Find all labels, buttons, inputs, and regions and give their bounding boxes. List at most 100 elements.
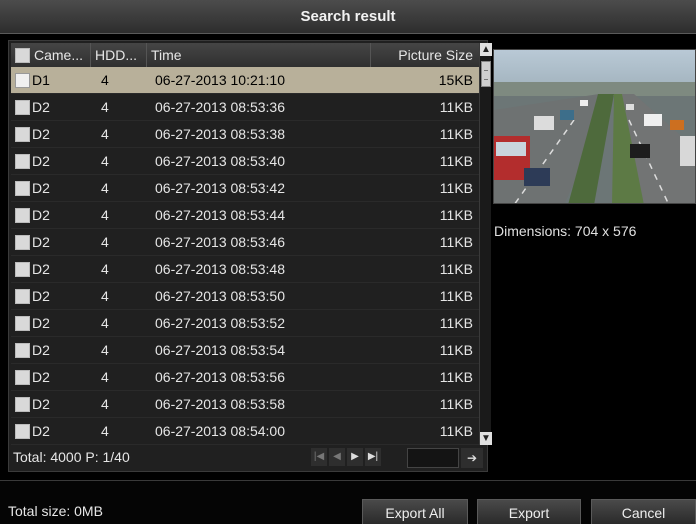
row-checkbox[interactable] <box>15 342 30 358</box>
table-row[interactable]: D2 4 06-27-2013 08:53:44 11KB <box>11 202 479 229</box>
cell-size: 11KB <box>439 315 473 331</box>
row-checkbox[interactable] <box>15 180 30 196</box>
camera-label: D2 <box>32 153 50 169</box>
cell-time: 06-27-2013 08:53:36 <box>155 99 285 115</box>
cell-camera: D2 <box>11 342 91 358</box>
cell-time: 06-27-2013 08:53:40 <box>155 153 285 169</box>
cell-camera: D2 <box>11 180 91 196</box>
table-row[interactable]: D2 4 06-27-2013 08:53:48 11KB <box>11 256 479 283</box>
cell-size: 11KB <box>439 153 473 169</box>
cell-camera: D2 <box>11 369 91 385</box>
row-checkbox[interactable] <box>15 126 30 142</box>
table-row[interactable]: D1 4 06-27-2013 10:21:10 15KB <box>11 67 479 94</box>
bottom-bar: Total size: 0MB Export All Export Cancel <box>0 480 696 524</box>
export-button[interactable]: Export <box>477 499 581 524</box>
cell-size: 11KB <box>439 261 473 277</box>
scroll-up-icon[interactable]: ▲ <box>480 43 492 56</box>
table-row[interactable]: D2 4 06-27-2013 08:54:00 11KB <box>11 418 479 445</box>
table-row[interactable]: D2 4 06-27-2013 08:53:54 11KB <box>11 337 479 364</box>
camera-label: D2 <box>32 234 50 250</box>
table-row[interactable]: D2 4 06-27-2013 08:53:40 11KB <box>11 148 479 175</box>
table-row[interactable]: D2 4 06-27-2013 08:53:50 11KB <box>11 283 479 310</box>
table-row[interactable]: D2 4 06-27-2013 08:53:42 11KB <box>11 175 479 202</box>
column-header-camera[interactable]: Came... <box>11 43 91 67</box>
vertical-scrollbar[interactable]: ▲ ▼ <box>479 43 492 445</box>
camera-label: D2 <box>32 315 50 331</box>
scroll-thumb[interactable] <box>481 61 491 87</box>
row-checkbox[interactable] <box>15 153 30 169</box>
total-size-text: Total size: 0MB <box>8 503 103 519</box>
table-row[interactable]: D2 4 06-27-2013 08:53:46 11KB <box>11 229 479 256</box>
pager-controls: |◀ ◀ ▶ ▶| <box>311 448 381 466</box>
row-checkbox[interactable] <box>15 396 30 412</box>
table-row[interactable]: D2 4 06-27-2013 08:53:38 11KB <box>11 121 479 148</box>
cell-camera: D2 <box>11 234 91 250</box>
row-checkbox[interactable] <box>15 369 30 385</box>
row-checkbox[interactable] <box>15 315 30 331</box>
cell-time: 06-27-2013 08:53:54 <box>155 342 285 358</box>
row-checkbox[interactable] <box>15 72 30 88</box>
camera-label: D2 <box>32 207 50 223</box>
results-table-body: D1 4 06-27-2013 10:21:10 15KB D2 4 06-27-2013 … <box>11 67 479 445</box>
camera-label: D2 <box>32 99 50 115</box>
cell-time: 06-27-2013 08:54:00 <box>155 423 285 439</box>
select-all-checkbox[interactable] <box>15 47 30 63</box>
row-checkbox[interactable] <box>15 207 30 223</box>
cell-hdd: 4 <box>101 315 109 331</box>
cell-hdd: 4 <box>101 153 109 169</box>
row-checkbox[interactable] <box>15 99 30 115</box>
cell-camera: D2 <box>11 207 91 223</box>
cell-time: 06-27-2013 08:53:46 <box>155 234 285 250</box>
cell-size: 11KB <box>439 207 473 223</box>
table-row[interactable]: D2 4 06-27-2013 08:53:52 11KB <box>11 310 479 337</box>
cell-camera: D2 <box>11 261 91 277</box>
row-checkbox[interactable] <box>15 423 30 439</box>
cell-camera: D1 <box>11 72 91 88</box>
table-row[interactable]: D2 4 06-27-2013 08:53:36 11KB <box>11 94 479 121</box>
scroll-down-icon[interactable]: ▼ <box>480 432 492 445</box>
cell-hdd: 4 <box>101 234 109 250</box>
camera-label: D2 <box>32 261 50 277</box>
go-arrow-icon[interactable]: ➔ <box>461 448 483 468</box>
row-checkbox[interactable] <box>15 234 30 250</box>
camera-label: D2 <box>32 342 50 358</box>
prev-page-icon[interactable]: ◀ <box>329 448 345 466</box>
row-checkbox[interactable] <box>15 261 30 277</box>
cell-size: 11KB <box>439 423 473 439</box>
pagination-bar: Total: 4000 P: 1/40 |◀ ◀ ▶ ▶| ➔ <box>11 445 489 469</box>
cell-size: 11KB <box>439 234 473 250</box>
page-number-input[interactable] <box>407 448 459 468</box>
cell-time: 06-27-2013 08:53:52 <box>155 315 285 331</box>
cell-size: 11KB <box>439 396 473 412</box>
camera-label: D2 <box>32 396 50 412</box>
cell-hdd: 4 <box>101 72 109 88</box>
table-row[interactable]: D2 4 06-27-2013 08:53:56 11KB <box>11 364 479 391</box>
cancel-button[interactable]: Cancel <box>591 499 696 524</box>
cell-time: 06-27-2013 08:53:42 <box>155 180 285 196</box>
total-count-text: Total: 4000 P: 1/40 <box>13 449 130 465</box>
export-all-button[interactable]: Export All <box>362 499 468 524</box>
last-page-icon[interactable]: ▶| <box>365 448 381 466</box>
cell-time: 06-27-2013 08:53:48 <box>155 261 285 277</box>
results-panel: Came... HDD... Time Picture Size D1 4 06-2… <box>8 40 492 472</box>
cell-camera: D2 <box>11 99 91 115</box>
camera-label: D2 <box>32 180 50 196</box>
next-page-icon[interactable]: ▶ <box>347 448 363 466</box>
row-checkbox[interactable] <box>15 288 30 304</box>
cell-size: 15KB <box>438 72 473 88</box>
cell-size: 11KB <box>439 288 473 304</box>
column-header-picture-size[interactable]: Picture Size <box>371 43 479 67</box>
first-page-icon[interactable]: |◀ <box>311 448 327 466</box>
cell-hdd: 4 <box>101 288 109 304</box>
column-header-time[interactable]: Time <box>147 43 371 67</box>
cell-time: 06-27-2013 08:53:50 <box>155 288 285 304</box>
cell-hdd: 4 <box>101 342 109 358</box>
cell-size: 11KB <box>439 369 473 385</box>
cell-hdd: 4 <box>101 261 109 277</box>
table-row[interactable]: D2 4 06-27-2013 08:53:58 11KB <box>11 391 479 418</box>
cell-camera: D2 <box>11 315 91 331</box>
cell-camera: D2 <box>11 396 91 412</box>
cell-hdd: 4 <box>101 99 109 115</box>
cell-hdd: 4 <box>101 180 109 196</box>
column-header-hdd[interactable]: HDD... <box>91 43 147 67</box>
